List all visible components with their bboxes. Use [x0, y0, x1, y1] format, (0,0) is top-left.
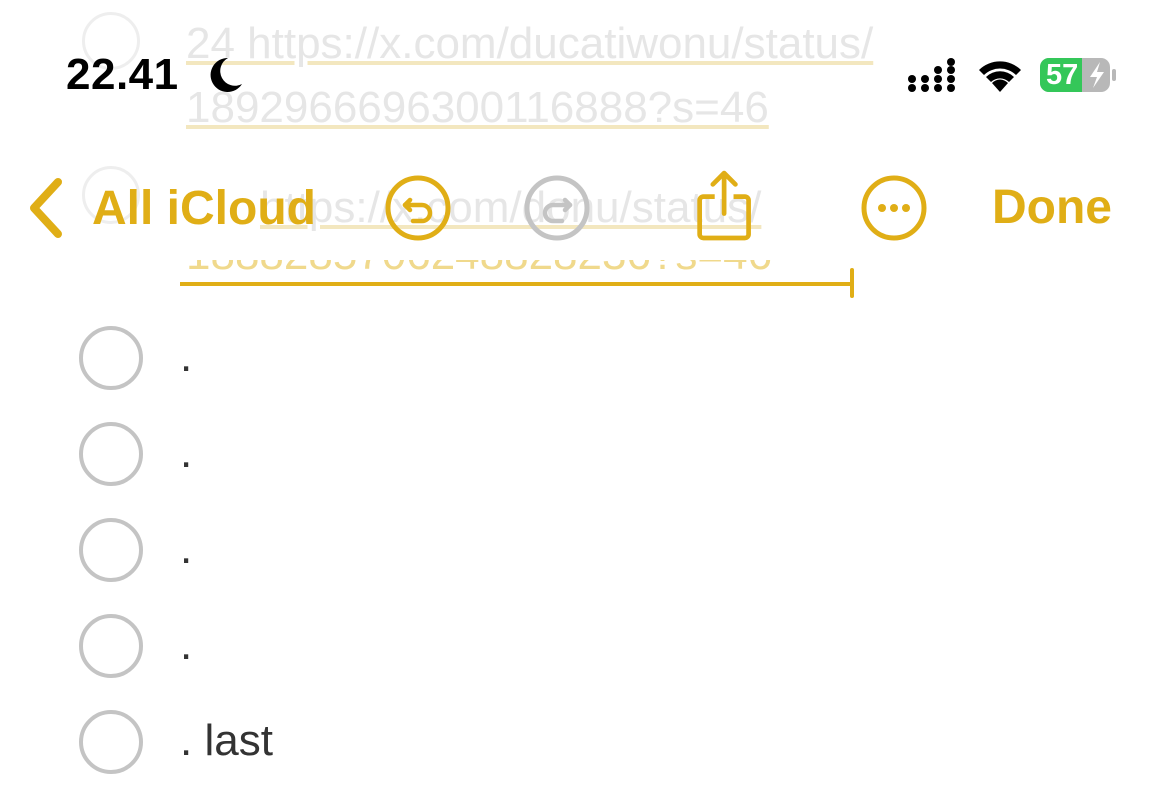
- checkbox-circle[interactable]: [79, 326, 143, 390]
- list-item: .: [0, 610, 1170, 680]
- wifi-icon: [979, 61, 1021, 92]
- checkbox-circle[interactable]: [79, 710, 143, 774]
- status-bar: 22.41 57: [0, 0, 1170, 130]
- list-item: .: [0, 322, 1170, 392]
- list-item: . last: [0, 706, 1170, 776]
- list-item-text[interactable]: .: [180, 524, 192, 574]
- moon-icon: [210, 57, 242, 92]
- share-icon[interactable]: [694, 166, 758, 246]
- chevron-left-icon: [30, 178, 62, 238]
- redo-icon[interactable]: [523, 174, 591, 242]
- status-time: 22.41: [66, 50, 179, 99]
- back-button[interactable]: All iCloud: [24, 172, 316, 244]
- back-button-label: All iCloud: [92, 181, 316, 235]
- list-item-text[interactable]: . last: [180, 716, 273, 766]
- notes-toolbar: All iCloud Done: [0, 150, 1170, 270]
- checkbox-circle[interactable]: [79, 422, 143, 486]
- text-cursor: [850, 268, 854, 298]
- list-item: .: [0, 418, 1170, 488]
- cellular-signal-icon: [908, 58, 955, 92]
- ellipsis-circle-icon[interactable]: [860, 174, 928, 242]
- undo-icon[interactable]: [384, 174, 452, 242]
- checkbox-circle[interactable]: [79, 518, 143, 582]
- done-button[interactable]: Done: [992, 180, 1112, 235]
- link-underline: [180, 282, 854, 286]
- checkbox-circle[interactable]: [79, 614, 143, 678]
- battery-percentage: 57: [1046, 59, 1079, 91]
- list-item-text[interactable]: .: [180, 620, 192, 670]
- list-item-text[interactable]: .: [180, 428, 192, 478]
- list-item: .: [0, 514, 1170, 584]
- list-item-text[interactable]: .: [180, 332, 192, 382]
